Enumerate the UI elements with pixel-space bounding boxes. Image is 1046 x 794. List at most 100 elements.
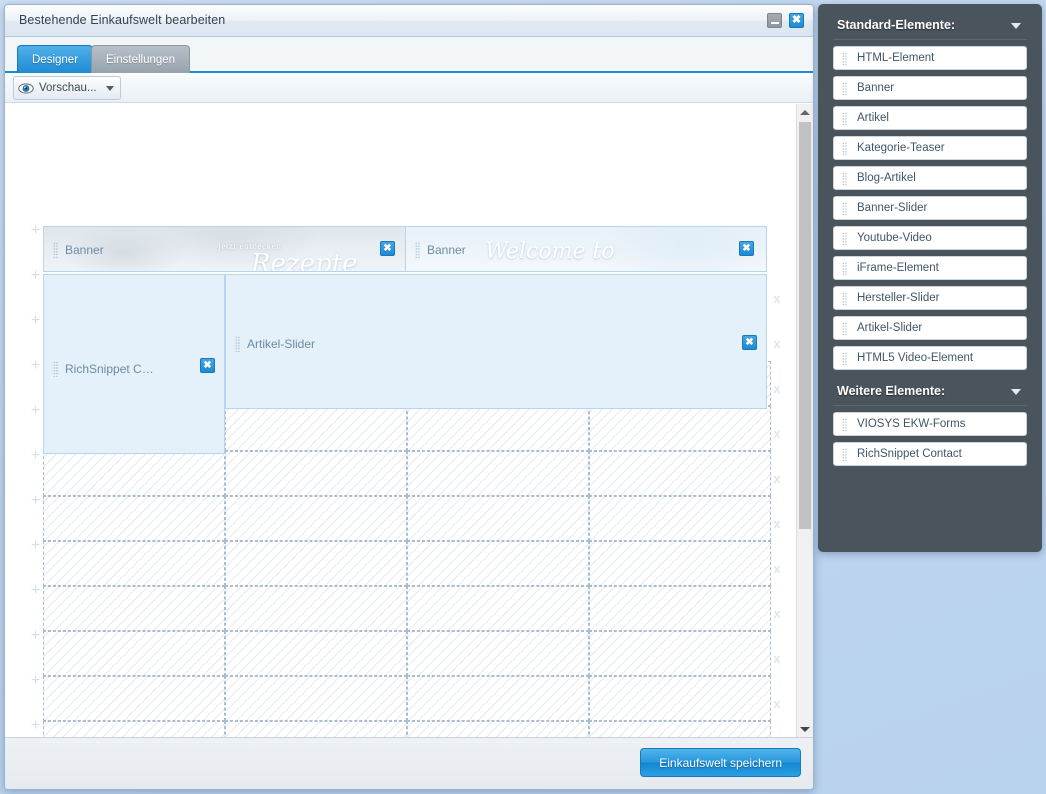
canvas-element-banner-right[interactable]: Welcome to Banner ✖ <box>405 226 767 272</box>
add-row-icon[interactable]: + <box>29 673 42 689</box>
chevron-down-icon[interactable] <box>105 85 114 91</box>
palette-item[interactable]: Kategorie-Teaser <box>833 136 1027 160</box>
scrollbar-thumb[interactable] <box>799 122 811 529</box>
close-icon[interactable]: ✖ <box>789 13 804 28</box>
grid-cell[interactable] <box>589 541 771 586</box>
grid-cell[interactable] <box>225 541 407 586</box>
add-row-icon[interactable]: + <box>29 538 42 554</box>
grid-cell[interactable] <box>407 451 589 496</box>
delete-row-icon[interactable]: x <box>771 517 783 530</box>
canvas-vertical-scrollbar[interactable] <box>796 104 813 737</box>
grid-cell[interactable] <box>225 676 407 721</box>
grid-cell[interactable] <box>407 496 589 541</box>
grid-cell[interactable] <box>589 451 771 496</box>
scroll-up-button[interactable] <box>797 104 813 120</box>
chevron-down-icon[interactable] <box>1011 389 1021 395</box>
drag-grip-icon[interactable] <box>53 361 58 378</box>
palette-item[interactable]: VIOSYS EKW-Forms <box>833 412 1027 436</box>
drag-grip-icon[interactable] <box>842 81 847 95</box>
grid-cell[interactable] <box>407 541 589 586</box>
grid-cell[interactable] <box>43 496 225 541</box>
grid-cell[interactable] <box>43 451 225 496</box>
palette-item[interactable]: iFrame-Element <box>833 256 1027 280</box>
add-row-icon[interactable]: + <box>29 628 42 644</box>
drag-grip-icon[interactable] <box>415 242 420 258</box>
delete-row-icon[interactable]: x <box>771 472 783 485</box>
palette-item[interactable]: Hersteller-Slider <box>833 286 1027 310</box>
add-row-icon[interactable]: + <box>29 493 42 509</box>
palette-item[interactable]: Blog-Artikel <box>833 166 1027 190</box>
palette-item[interactable]: RichSnippet Contact <box>833 442 1027 466</box>
grid-cell[interactable] <box>225 496 407 541</box>
remove-element-button[interactable]: ✖ <box>200 358 215 373</box>
drag-grip-icon[interactable] <box>842 111 847 125</box>
canvas-element-artikel-slider[interactable]: Artikel-Slider ✖ <box>225 274 767 409</box>
remove-element-button[interactable]: ✖ <box>380 241 395 256</box>
grid-cell[interactable] <box>225 451 407 496</box>
add-row-icon[interactable]: + <box>29 313 42 329</box>
grid-cell[interactable] <box>407 406 589 451</box>
drag-grip-icon[interactable] <box>842 231 847 245</box>
drag-grip-icon[interactable] <box>842 261 847 275</box>
drag-grip-icon[interactable] <box>53 242 58 258</box>
drag-grip-icon[interactable] <box>235 336 240 352</box>
remove-element-button[interactable]: ✖ <box>742 335 757 350</box>
add-row-icon[interactable]: + <box>29 268 42 284</box>
grid-cell[interactable] <box>43 721 225 737</box>
palette-section-header-1[interactable]: Weitere Elemente: <box>833 380 1027 406</box>
save-shopping-world-button[interactable]: Einkaufswelt speichern <box>640 748 801 777</box>
grid-cell[interactable] <box>43 541 225 586</box>
add-row-icon[interactable]: + <box>29 358 42 374</box>
delete-row-icon[interactable]: x <box>771 292 783 305</box>
grid-cell[interactable] <box>589 496 771 541</box>
grid-cell[interactable] <box>589 721 771 737</box>
palette-item[interactable]: Artikel-Slider <box>833 316 1027 340</box>
palette-item[interactable]: HTML5 Video-Element <box>833 346 1027 370</box>
canvas-element-richsnippet-contact[interactable]: RichSnippet C… ✖ <box>43 274 225 454</box>
grid-cell[interactable] <box>225 721 407 737</box>
scroll-down-button[interactable] <box>797 721 813 737</box>
grid-cell[interactable] <box>407 721 589 737</box>
canvas-element-banner-left[interactable]: jetzt entdecken Rezepte Banner ✖ <box>43 226 408 272</box>
grid-cell[interactable] <box>407 676 589 721</box>
palette-item[interactable]: Banner-Slider <box>833 196 1027 220</box>
palette-item[interactable]: Artikel <box>833 106 1027 130</box>
drag-grip-icon[interactable] <box>842 321 847 335</box>
drag-grip-icon[interactable] <box>842 141 847 155</box>
grid-cell[interactable] <box>589 586 771 631</box>
delete-row-icon[interactable]: x <box>771 652 783 665</box>
drag-grip-icon[interactable] <box>842 171 847 185</box>
palette-item[interactable]: Banner <box>833 76 1027 100</box>
grid-cell[interactable] <box>225 586 407 631</box>
add-row-icon[interactable]: + <box>29 403 42 419</box>
grid-cell[interactable] <box>589 631 771 676</box>
grid-cell[interactable] <box>589 676 771 721</box>
grid-cell[interactable] <box>225 631 407 676</box>
tab-designer[interactable]: Designer <box>17 45 94 73</box>
add-row-icon[interactable]: + <box>29 718 42 734</box>
drag-grip-icon[interactable] <box>842 51 847 65</box>
drag-grip-icon[interactable] <box>842 291 847 305</box>
drag-grip-icon[interactable] <box>842 351 847 365</box>
preview-button[interactable]: Vorschau... <box>13 76 121 100</box>
remove-element-button[interactable]: ✖ <box>739 241 754 256</box>
delete-row-icon[interactable]: x <box>771 337 783 350</box>
delete-row-icon[interactable]: x <box>771 607 783 620</box>
minimize-button[interactable] <box>767 13 782 28</box>
grid-cell[interactable] <box>43 631 225 676</box>
drag-grip-icon[interactable] <box>842 201 847 215</box>
delete-row-icon[interactable]: x <box>771 562 783 575</box>
delete-row-icon[interactable]: x <box>771 382 783 395</box>
grid-cell[interactable] <box>589 406 771 451</box>
grid-cell[interactable] <box>43 676 225 721</box>
designer-canvas[interactable]: ++++++++++++++ xxxxxxxxxxxxxx jetzt entd… <box>5 104 813 737</box>
drag-grip-icon[interactable] <box>842 447 847 461</box>
add-row-icon[interactable]: + <box>29 583 42 599</box>
add-row-icon[interactable]: + <box>29 448 42 464</box>
delete-row-icon[interactable]: x <box>771 697 783 710</box>
palette-item[interactable]: HTML-Element <box>833 46 1027 70</box>
add-row-icon[interactable]: + <box>29 223 42 239</box>
palette-section-header-0[interactable]: Standard-Elemente: <box>833 14 1027 40</box>
tab-einstellungen[interactable]: Einstellungen <box>91 45 191 73</box>
palette-item[interactable]: Youtube-Video <box>833 226 1027 250</box>
